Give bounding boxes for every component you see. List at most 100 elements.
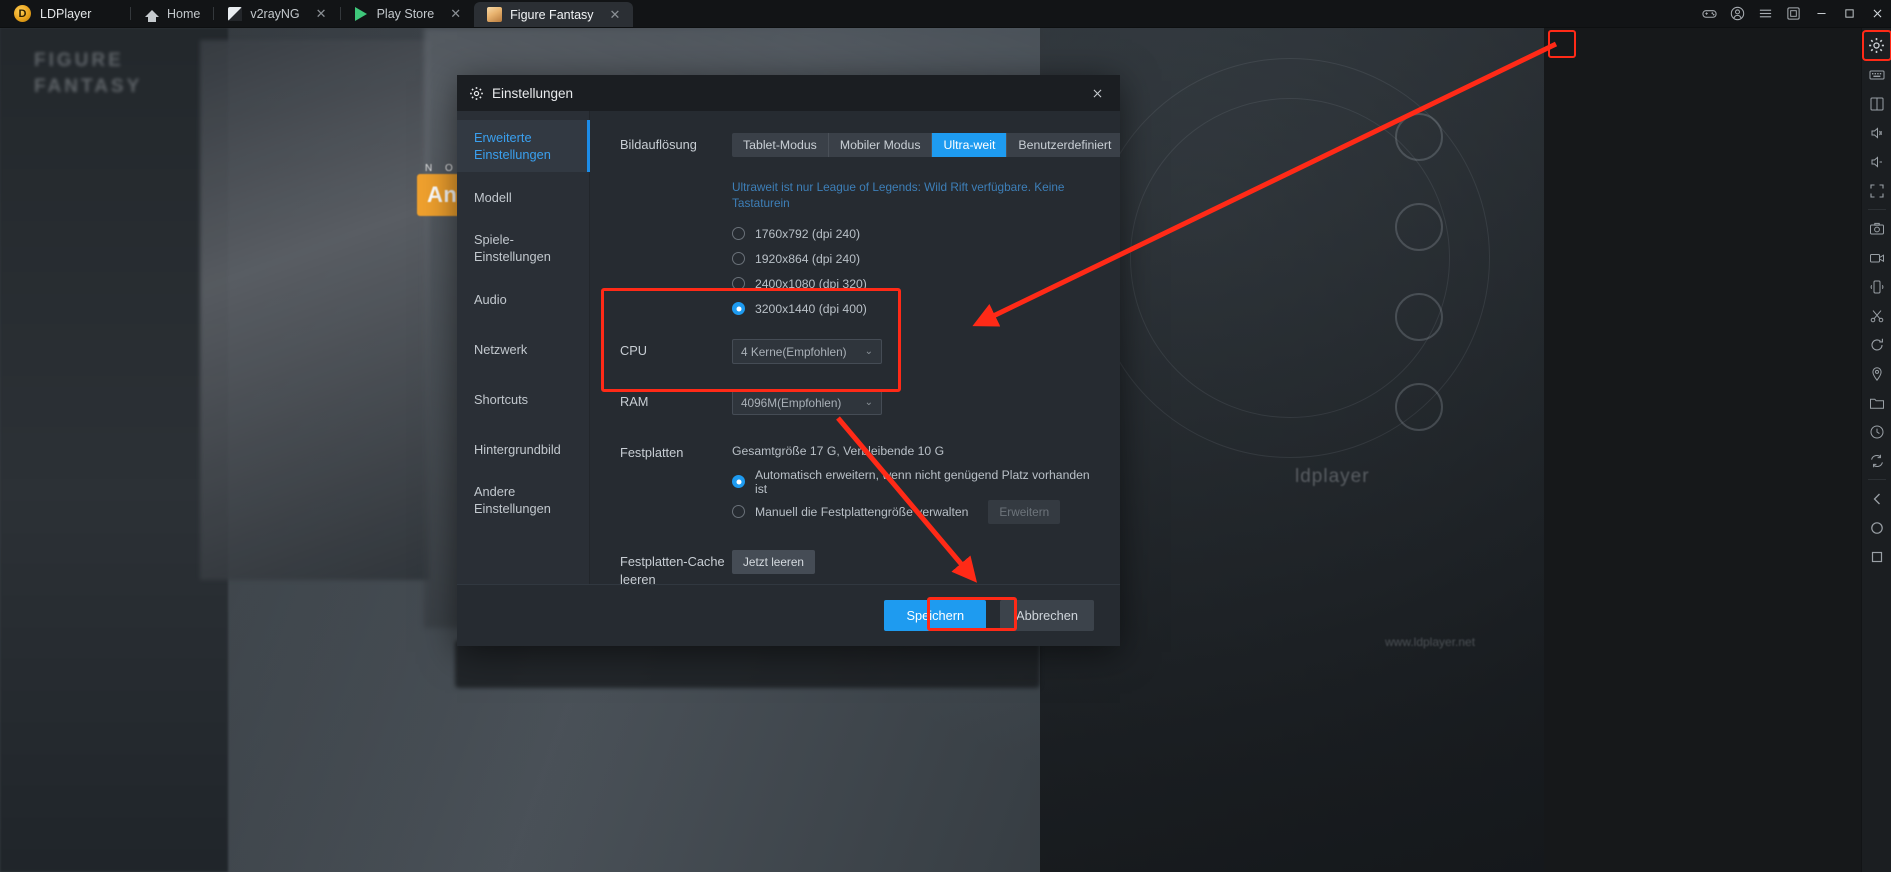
ldplayer-logo-icon: D [14,5,31,22]
recents-icon[interactable] [1864,543,1890,570]
game-circle-decor [1395,113,1443,161]
sidebar-item-erweiterte-einstellungen[interactable]: Erweiterte Einstellungen [457,120,590,172]
disk-option-manual[interactable]: Manuell die Festplattengröße verwalten E… [732,499,1094,524]
video-record-icon[interactable] [1864,244,1890,271]
close-icon[interactable] [1863,0,1891,28]
resolution-mode-custom[interactable]: Benutzerdefiniert [1007,133,1120,157]
expand-disk-button[interactable]: Erweitern [988,499,1061,524]
disk-control: Gesamtgröße 17 G, Verbleibende 10 G Auto… [732,441,1094,524]
cpu-row: CPU 4 Kerne(Empfohlen) ⌄ [620,339,1094,364]
titlebar-spacer [633,0,1695,27]
resolution-mode-mobile[interactable]: Mobiler Modus [829,133,933,157]
ram-select[interactable]: 4096M(Empfohlen) ⌄ [732,390,882,415]
volume-down-icon[interactable] [1864,148,1890,175]
resolution-label: Bildauflösung [620,137,697,152]
play-store-icon [354,6,369,21]
resolution-option-1760x792[interactable]: 1760x792 (dpi 240) [732,221,1120,246]
sidebar-item-audio[interactable]: Audio [457,274,589,324]
multi-instance-icon[interactable] [1779,0,1807,28]
cpu-select[interactable]: 4 Kerne(Empfohlen) ⌄ [732,339,882,364]
ram-label: RAM [620,394,649,409]
disk-row: Festplatten Gesamtgröße 17 G, Verbleiben… [620,441,1094,524]
operation-recorder-icon[interactable] [1864,418,1890,445]
synchronizer-icon[interactable] [1864,447,1890,474]
cancel-button[interactable]: Abbrechen [1000,600,1094,631]
tab-play-store[interactable]: Play Store ✕ [341,0,475,27]
tab-figure-fantasy[interactable]: Figure Fantasy ✕ [474,2,634,27]
resolution-option-1920x864[interactable]: 1920x864 (dpi 240) [732,246,1120,271]
home-icon[interactable] [1864,514,1890,541]
disk-option-label: Automatisch erweitern, wenn nicht genüge… [755,467,1090,496]
disk-usage-info: Gesamtgröße 17 G, Verbleibende 10 G [732,444,945,458]
resolution-option-label: 3200x1440 (dpi 400) [755,301,867,316]
chevron-down-icon: ⌄ [864,397,873,408]
game-watermark: ldplayer [1295,466,1370,487]
fullscreen-icon[interactable] [1864,177,1890,204]
shake-icon[interactable] [1864,273,1890,300]
sidebar-item-label: Hintergrundbild [474,441,561,457]
game-poster [200,40,430,580]
resolution-row: Bildauflösung Tablet-Modus Mobiler Modus… [620,133,1120,321]
sidebar-item-andere-einstellungen[interactable]: Andere Einstellungen [457,474,589,526]
v2rayng-icon [227,6,242,21]
settings-gear-highlight-box [1548,30,1576,58]
sidebar-item-shortcuts[interactable]: Shortcuts [457,374,589,424]
file-manager-icon[interactable] [1864,389,1890,416]
volume-up-icon[interactable] [1864,119,1890,146]
resolution-option-2400x1080[interactable]: 2400x1080 (dpi 320) [732,271,1120,296]
menu-icon[interactable] [1751,0,1779,28]
resolution-mode-ultrawide[interactable]: Ultra-weit [932,133,1008,157]
cpu-label: CPU [620,343,648,358]
keyboard-mapping-icon[interactable] [1864,61,1890,88]
tab-close-icon[interactable]: ✕ [316,7,327,20]
toolbar-divider [1867,479,1886,480]
resolution-option-3200x1440[interactable]: 3200x1440 (dpi 400) [732,296,1120,321]
radio-icon [732,475,745,488]
minimize-icon[interactable] [1807,0,1835,28]
game-circle-decor [1395,203,1443,251]
tab-v2rayng[interactable]: v2rayNG ✕ [214,0,339,27]
tab-home[interactable]: Home [131,0,213,27]
location-icon[interactable] [1864,360,1890,387]
gamepad-icon[interactable] [1695,0,1723,28]
ram-control: 4096M(Empfohlen) ⌄ [732,390,1094,415]
game-title-line-1: FIGURE [34,50,124,71]
back-icon[interactable] [1864,485,1890,512]
disk-option-auto-expand[interactable]: Automatisch erweitern, wenn nicht genüge… [732,467,1094,496]
sidebar-item-netzwerk[interactable]: Netzwerk [457,324,589,374]
game-circle-decor [1395,293,1443,341]
game-title-art: FIGURE FANTASY [34,48,214,104]
account-icon[interactable] [1723,0,1751,28]
radio-icon [732,302,745,315]
resolution-option-label: 1920x864 (dpi 240) [755,251,861,266]
clear-cache-button[interactable]: Jetzt leeren [732,550,815,574]
tab-home-label: Home [167,6,201,21]
resolution-mode-tablet[interactable]: Tablet-Modus [732,133,829,157]
dialog-title: Einstellungen [492,85,574,101]
cache-label: Festplatten-Cache leeren [620,554,725,584]
screenshot-icon[interactable] [1864,215,1890,242]
scissors-icon[interactable] [1864,302,1890,329]
ram-row: RAM 4096M(Empfohlen) ⌄ [620,390,1094,415]
close-icon[interactable] [1084,80,1110,106]
window-controls [1695,0,1891,27]
ram-select-value: 4096M(Empfohlen) [741,395,842,410]
settings-gear-icon[interactable] [1861,30,1891,61]
multi-instance-icon[interactable] [1864,90,1890,117]
maximize-icon[interactable] [1835,0,1863,28]
rotate-icon[interactable] [1864,331,1890,358]
tab-close-icon[interactable]: ✕ [450,7,461,20]
sidebar-item-modell[interactable]: Modell [457,172,589,222]
sidebar-item-label: Audio [474,291,507,307]
ultrawide-hint: Ultraweit ist nur League of Legends: Wil… [732,180,1065,210]
radio-icon [732,277,745,290]
save-button[interactable]: Speichern [884,600,987,631]
dialog-sidebar: Erweiterte Einstellungen Modell Spiele-E… [457,111,590,584]
tab-close-icon[interactable]: ✕ [610,8,621,21]
tab-play-store-label: Play Store [376,6,435,21]
sidebar-item-spiele-einstellungen[interactable]: Spiele-Einstellungen [457,222,589,274]
tab-v2rayng-label: v2rayNG [250,6,300,21]
sidebar-item-hintergrundbild[interactable]: Hintergrundbild [457,424,589,474]
toolbar-divider [1867,209,1886,210]
sidebar-item-label: Shortcuts [474,391,529,407]
